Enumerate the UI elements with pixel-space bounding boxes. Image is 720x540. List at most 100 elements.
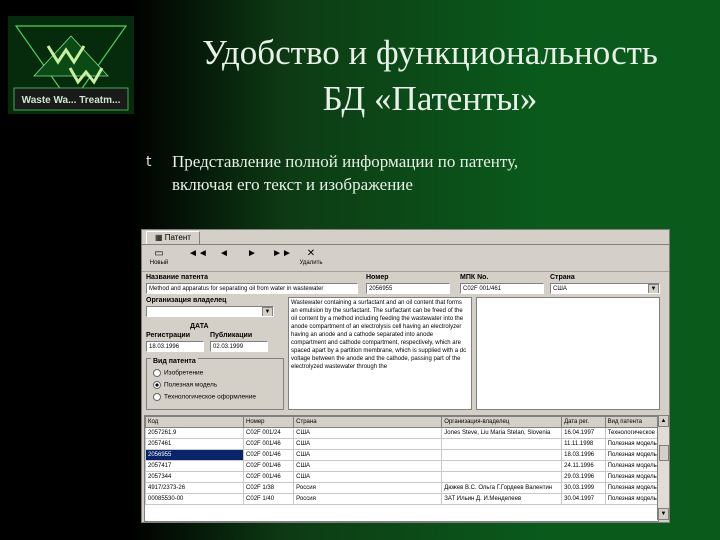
col-org[interactable]: Организация-владелец bbox=[441, 416, 563, 428]
table-cell[interactable]: 30.03.1999 bbox=[561, 482, 606, 494]
table-cell[interactable]: 16.04.1997 bbox=[561, 427, 606, 439]
table-cell[interactable]: 29.03.1996 bbox=[561, 471, 606, 483]
table-cell[interactable]: США bbox=[293, 449, 443, 461]
table-cell[interactable] bbox=[441, 471, 563, 483]
pub-date-label: Публикации bbox=[210, 332, 253, 339]
scroll-up-icon[interactable]: ▲ bbox=[658, 415, 669, 427]
radio-tech-design-dot bbox=[153, 393, 161, 401]
radio-invention-label: Изобретение bbox=[164, 369, 204, 377]
new-button[interactable]: ▭ Новый bbox=[148, 248, 170, 268]
new-icon: ▭ bbox=[154, 248, 164, 259]
table-row[interactable]: 2056955 C02F 001/46 США 18.03.1996 Полезная … bbox=[145, 449, 658, 461]
chevron-down-icon[interactable]: ▼ bbox=[262, 307, 273, 316]
table-cell[interactable]: США bbox=[293, 460, 443, 472]
last-icon: ►► bbox=[272, 248, 292, 259]
table-cell[interactable] bbox=[441, 438, 563, 450]
table-cell[interactable]: Россия bbox=[293, 493, 443, 505]
bullet-text: Представление полной информации по патен… bbox=[172, 150, 702, 196]
col-reg-date[interactable]: Дата рег. bbox=[561, 416, 606, 428]
waste-water-logo: Waste Wa... Treatm... bbox=[8, 16, 134, 114]
table-cell[interactable]: 24.11.1996 bbox=[561, 460, 606, 472]
abstract-memo[interactable]: Wastewater containing a surfactant and a… bbox=[288, 297, 472, 410]
table-cell[interactable]: Дюжев В.С. Ольга Г.Гордеев Валентин bbox=[441, 482, 563, 494]
title-field[interactable]: Method and apparatus for separating oil … bbox=[146, 283, 358, 294]
table-cell[interactable]: C02F 1/40 bbox=[243, 493, 295, 505]
table-row[interactable]: 2057461 C02F 001/46 США 11.11.1998 Полезная … bbox=[145, 438, 658, 450]
table-cell[interactable]: 2057417 bbox=[145, 460, 245, 472]
reg-date-field[interactable]: 18.03.1996 bbox=[146, 341, 204, 352]
table-cell[interactable]: C02F 001/46 bbox=[243, 449, 295, 461]
prev-record-button[interactable]: ◄ bbox=[216, 248, 232, 268]
table-cell[interactable]: 2057344 bbox=[145, 471, 245, 483]
col-country[interactable]: Страна bbox=[293, 416, 443, 428]
tab-patent-icon: ▦ bbox=[155, 233, 165, 242]
table-cell[interactable]: C02F 001/46 bbox=[243, 438, 295, 450]
table-cell[interactable]: Полезная модель bbox=[604, 438, 658, 450]
table-cell[interactable]: C02F 001/46 bbox=[243, 460, 295, 472]
table-cell[interactable]: 11.11.1998 bbox=[561, 438, 606, 450]
country-value: США bbox=[553, 286, 567, 292]
date-label: ДАТА bbox=[190, 323, 209, 330]
table-row[interactable]: 2057344 C02F 001/46 США 29.03.1996 Полезная … bbox=[145, 471, 658, 483]
table-cell[interactable]: C02F 001/24 bbox=[243, 427, 295, 439]
table-cell[interactable]: C02F 001/46 bbox=[243, 471, 295, 483]
title-label: Название патента bbox=[146, 274, 208, 281]
ipc-field[interactable]: C02F 001/461 bbox=[460, 283, 544, 294]
bullet-icon: t bbox=[146, 154, 152, 170]
radio-invention-dot bbox=[153, 369, 161, 377]
chevron-down-icon[interactable]: ▼ bbox=[648, 284, 659, 293]
table-cell[interactable]: 30.04.1997 bbox=[561, 493, 606, 505]
table-cell[interactable]: Полезная модель bbox=[604, 460, 658, 472]
radio-tech-design[interactable]: Технологическое оформление bbox=[153, 393, 256, 401]
number-field[interactable]: 2056955 bbox=[366, 283, 450, 294]
table-cell[interactable]: 4917/2373-26 bbox=[145, 482, 245, 494]
table-cell[interactable]: Jones Steve, Liu Maria Stelan, Slovenia bbox=[441, 427, 563, 439]
scroll-down-icon[interactable]: ▼ bbox=[658, 508, 669, 520]
table-cell[interactable]: 2057261.9 bbox=[145, 427, 245, 439]
reg-date-label: Регистрации bbox=[146, 332, 191, 339]
tab-patent[interactable]: ▦ Патент bbox=[146, 231, 200, 244]
table-cell[interactable] bbox=[441, 460, 563, 472]
radio-utility-model[interactable]: Полезная модель bbox=[153, 381, 217, 389]
radio-invention[interactable]: Изобретение bbox=[153, 369, 203, 377]
table-cell[interactable]: Полезная модель bbox=[604, 471, 658, 483]
table-cell[interactable]: C02F 1/38 bbox=[243, 482, 295, 494]
table-cell[interactable]: 2056955 bbox=[145, 449, 245, 461]
scroll-thumb[interactable] bbox=[659, 445, 669, 461]
table-cell[interactable]: 2057461 bbox=[145, 438, 245, 450]
pub-date-field[interactable]: 02.03.1999 bbox=[210, 341, 268, 352]
delete-label: Удалить bbox=[299, 260, 323, 266]
table-cell[interactable]: 00085530-00 bbox=[145, 493, 245, 505]
table-row[interactable]: 2057261.9 C02F 001/24 США Jones Steve, Liu … bbox=[145, 427, 658, 439]
first-record-button[interactable]: ◄◄ bbox=[188, 248, 208, 268]
table-row[interactable]: 4917/2373-26 C02F 1/38 Россия Дюжев В.С. Ол… bbox=[145, 482, 658, 494]
last-record-button[interactable]: ►► bbox=[272, 248, 292, 268]
tab-patent-label: Патент bbox=[164, 233, 191, 242]
patent-type-label: Вид патента bbox=[151, 358, 198, 365]
table-cell[interactable]: Технологическое офор bbox=[604, 427, 658, 439]
grid-scrollbar[interactable]: ▲ ▼ bbox=[657, 415, 669, 520]
table-row[interactable]: 00085530-00 C02F 1/40 Россия ЗАТ Ильин Д. И… bbox=[145, 493, 658, 505]
table-row[interactable]: 2057417 C02F 001/46 США 24.11.1996 Полезная … bbox=[145, 460, 658, 472]
col-code[interactable]: Код bbox=[145, 416, 245, 428]
prev-icon: ◄ bbox=[219, 248, 229, 259]
col-number[interactable]: Номер bbox=[243, 416, 295, 428]
table-cell[interactable]: Полезная модель bbox=[604, 493, 658, 505]
org-select[interactable]: ▼ bbox=[146, 306, 274, 317]
delete-icon: ✕ bbox=[306, 248, 316, 259]
table-cell[interactable]: США bbox=[293, 427, 443, 439]
table-cell[interactable]: США bbox=[293, 471, 443, 483]
table-cell[interactable]: США bbox=[293, 438, 443, 450]
delete-button[interactable]: ✕ Удалить bbox=[298, 248, 324, 268]
table-cell[interactable]: 18.03.1996 bbox=[561, 449, 606, 461]
col-type[interactable]: Вид патента bbox=[604, 416, 658, 428]
country-select[interactable]: США ▼ bbox=[550, 283, 660, 294]
bullet-line-1: Представление полной информации по патен… bbox=[172, 152, 519, 171]
table-cell[interactable] bbox=[441, 449, 563, 461]
grid-header: Код Номер Страна Организация-владелец Да… bbox=[145, 416, 658, 428]
table-cell[interactable]: Полезная модель bbox=[604, 482, 658, 494]
table-cell[interactable]: ЗАТ Ильин Д. И.Менделеев bbox=[441, 493, 563, 505]
next-record-button[interactable]: ► bbox=[244, 248, 260, 268]
table-cell[interactable]: Полезная модель bbox=[604, 449, 658, 461]
table-cell[interactable]: Россия bbox=[293, 482, 443, 494]
